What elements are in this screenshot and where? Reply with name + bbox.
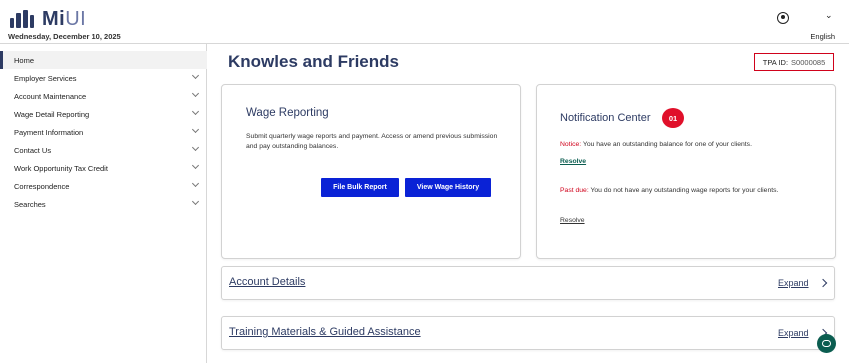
wage-reporting-description: Submit quarterly wage reports and paymen… (246, 133, 498, 150)
sidebar-item-searches[interactable]: Searches (0, 195, 207, 213)
wage-reporting-title: Wage Reporting (246, 107, 329, 119)
sidebar-item-contact-us[interactable]: Contact Us (0, 141, 207, 159)
language-selector[interactable]: English (810, 32, 835, 41)
sidebar-item-label: Employer Services (14, 73, 77, 83)
sidebar-item-payment-information[interactable]: Payment Information (0, 123, 207, 141)
sidebar-item-label: Home (14, 55, 35, 65)
sidebar-item-wage-detail-reporting[interactable]: Wage Detail Reporting (0, 105, 207, 123)
miui-logo[interactable]: MiUI (10, 7, 87, 30)
tpa-id-value: S0000085 (791, 57, 826, 67)
notification-count-badge: 01 (662, 108, 684, 128)
logo-text: MiUI (42, 7, 87, 30)
expand-link[interactable]: Expand (778, 328, 809, 338)
user-circle-icon[interactable] (777, 12, 789, 24)
sidebar-item-work-opportunity-tax-credit[interactable]: Work Opportunity Tax Credit (0, 159, 207, 177)
chevron-down-icon (191, 125, 200, 134)
current-date: Wednesday, December 10, 2025 (8, 32, 121, 41)
chevron-down-icon (191, 143, 200, 152)
logo-mark-icon (10, 10, 36, 28)
notice-message: Notice: You have an outstanding balance … (560, 140, 822, 150)
tpa-id-box: TPA ID: S0000085 (754, 53, 834, 71)
resolve-link-past-due[interactable]: Resolve (560, 217, 585, 224)
sidebar-item-label: Searches (14, 199, 46, 209)
sidebar-item-label: Wage Detail Reporting (14, 109, 90, 119)
past-due-text: You do not have any outstanding wage rep… (588, 187, 779, 194)
training-materials-accordion[interactable]: Training Materials & Guided Assistance E… (221, 316, 835, 350)
sidebar-item-label: Work Opportunity Tax Credit (14, 163, 108, 173)
notification-center-title: Notification Center (560, 112, 651, 124)
sidebar-item-label: Payment Information (14, 127, 84, 137)
chat-bubble-icon[interactable] (817, 334, 836, 353)
profile-menu-caret-icon[interactable]: ⌄ (825, 10, 833, 21)
sidebar-item-home[interactable]: Home (0, 51, 207, 69)
wage-reporting-card: Wage Reporting Submit quarterly wage rep… (221, 84, 521, 259)
chevron-down-icon (191, 71, 200, 80)
chevron-down-icon (191, 89, 200, 98)
chevron-down-icon (191, 161, 200, 170)
notice-tag: Notice: (560, 141, 582, 148)
sidebar-item-employer-services[interactable]: Employer Services (0, 69, 207, 87)
file-bulk-report-button[interactable]: File Bulk Report (321, 178, 399, 197)
tpa-id-label: TPA ID: (762, 57, 789, 67)
sidebar-item-label: Account Maintenance (14, 91, 87, 101)
chevron-down-icon (191, 197, 200, 206)
chevron-down-icon (191, 179, 200, 188)
notice-text: You have an outstanding balance for one … (581, 141, 752, 148)
past-due-tag: Past due: (560, 187, 589, 194)
expand-link[interactable]: Expand (778, 278, 809, 288)
past-due-message: Past due: You do not have any outstandin… (560, 186, 822, 196)
resolve-link-notice[interactable]: Resolve (560, 158, 586, 165)
sidebar-item-label: Contact Us (14, 145, 52, 155)
notification-center-card: Notification Center 01 Notice: You have … (536, 84, 836, 259)
top-header: MiUI Wednesday, December 10, 2025 ⌄ Engl… (0, 0, 849, 44)
sidebar-nav: Home Employer Services Account Maintenan… (0, 44, 207, 363)
accordion-title[interactable]: Account Details (229, 276, 305, 288)
accordion-title[interactable]: Training Materials & Guided Assistance (229, 326, 421, 338)
chevron-right-icon[interactable] (818, 278, 828, 288)
account-details-accordion[interactable]: Account Details Expand (221, 266, 835, 300)
sidebar-item-label: Correspondence (14, 181, 70, 191)
view-wage-history-button[interactable]: View Wage History (405, 178, 491, 197)
sidebar-item-correspondence[interactable]: Correspondence (0, 177, 207, 195)
chevron-down-icon (191, 107, 200, 116)
page-title: Knowles and Friends (228, 52, 399, 71)
sidebar-item-account-maintenance[interactable]: Account Maintenance (0, 87, 207, 105)
